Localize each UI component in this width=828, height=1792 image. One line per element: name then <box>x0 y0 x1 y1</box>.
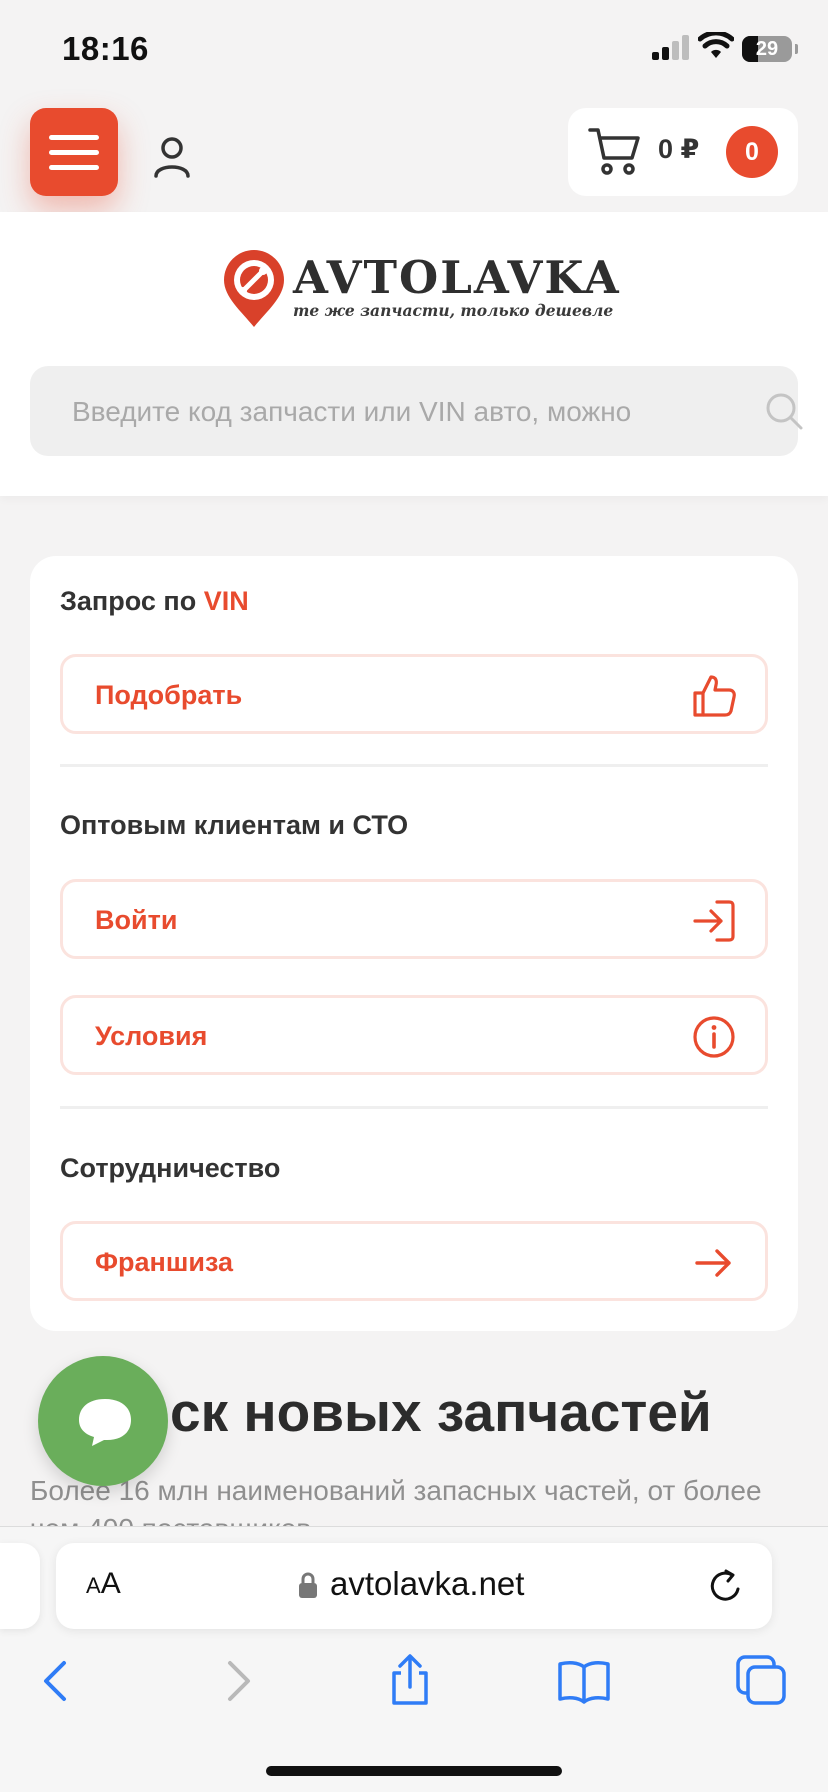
arrow-right-icon <box>695 1249 731 1277</box>
cellular-signal-icon <box>652 35 689 60</box>
wifi-icon <box>698 32 734 58</box>
terms-button-label: Условия <box>95 1021 208 1051</box>
lock-icon <box>299 1572 317 1598</box>
vin-request-title: Запрос по VIN <box>60 586 249 616</box>
logo-tagline: те же запчасти, только дешевле <box>293 301 614 320</box>
browser-toolbar: AA avtolavka.net <box>0 1526 828 1792</box>
status-time: 18:16 <box>62 30 149 67</box>
cart-amount: 0 ₽ <box>658 134 700 164</box>
cart-icon <box>588 128 640 175</box>
back-icon[interactable] <box>30 1653 86 1709</box>
pick-button[interactable]: Подобрать <box>60 654 768 734</box>
status-bar: 18:16 29 <box>0 0 828 100</box>
battery-indicator: 29 <box>742 36 798 62</box>
login-button[interactable]: Войти <box>60 879 768 959</box>
previous-tab-peek[interactable] <box>0 1543 40 1629</box>
bookmarks-icon[interactable] <box>556 1653 612 1709</box>
home-indicator <box>266 1766 562 1776</box>
url-text: avtolavka.net <box>330 1565 525 1602</box>
tabs-icon[interactable] <box>734 1653 790 1709</box>
section-divider <box>60 764 768 767</box>
chat-bubble-icon <box>79 1399 131 1446</box>
search-icon[interactable] <box>764 391 804 431</box>
address-bar[interactable]: AA avtolavka.net <box>56 1543 772 1629</box>
login-button-label: Войти <box>95 905 178 935</box>
pick-button-label: Подобрать <box>95 680 243 710</box>
hamburger-icon <box>49 134 99 140</box>
franchise-button-label: Франшиза <box>95 1247 234 1277</box>
logo-pin-icon <box>224 250 284 327</box>
franchise-button[interactable]: Франшиза <box>60 1221 768 1301</box>
search-placeholder: Введите код запчасти или VIN авто, можно <box>72 396 632 427</box>
section-divider <box>60 1106 768 1109</box>
info-icon <box>693 1016 735 1058</box>
share-icon[interactable] <box>382 1653 438 1709</box>
reader-text-size-button[interactable]: AA <box>86 1567 121 1601</box>
wholesale-title: Оптовым клиентам и СТО <box>60 810 409 840</box>
logo-name: AVTOLAVKA <box>293 251 621 304</box>
battery-level: 29 <box>755 38 779 60</box>
user-account-icon[interactable] <box>150 134 194 178</box>
site-header: 0 ₽ 0 <box>0 100 828 212</box>
cart-count-badge: 0 <box>726 126 778 178</box>
terms-button[interactable]: Условия <box>60 995 768 1075</box>
actions-card: Запрос по VIN Подобрать Оптовым клиентам… <box>30 556 798 1331</box>
brand-search-section: AVTOLAVKA те же запчасти, только дешевле… <box>0 212 828 496</box>
cooperation-title: Сотрудничество <box>60 1153 281 1183</box>
site-logo[interactable]: AVTOLAVKA те же запчасти, только дешевле <box>221 249 619 329</box>
cart-button[interactable]: 0 ₽ 0 <box>568 108 798 196</box>
reload-icon[interactable] <box>708 1567 744 1605</box>
search-input[interactable]: Введите код запчасти или VIN авто, можно <box>30 366 803 456</box>
vin-highlight: VIN <box>203 586 249 616</box>
menu-button[interactable] <box>30 108 118 196</box>
chat-button[interactable] <box>38 1356 168 1486</box>
thumbs-up-icon <box>693 675 736 717</box>
forward-icon[interactable] <box>208 1653 264 1709</box>
sign-in-icon <box>693 900 735 942</box>
